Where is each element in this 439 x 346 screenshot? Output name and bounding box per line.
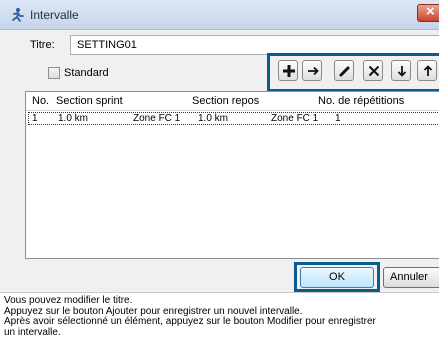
cell-repos-distance: 1.0 km <box>198 113 229 124</box>
cell-sprint-distance: 1.0 km <box>58 113 89 124</box>
move-up-button[interactable] <box>417 60 437 81</box>
cell-repos-zone: Zone FC 1 <box>271 113 319 124</box>
title-bar: Intervalle <box>0 0 439 30</box>
standard-checkbox[interactable] <box>48 67 60 79</box>
add-button[interactable] <box>278 60 298 81</box>
header-reps[interactable]: No. de répétitions <box>318 95 404 107</box>
runner-icon <box>9 7 25 23</box>
add-icon <box>283 65 295 77</box>
cancel-button[interactable]: Annuler <box>383 267 439 288</box>
table-row[interactable]: 1 1.0 km Zone FC 1 1.0 km Zone FC 1 1 <box>28 112 439 125</box>
info-line: Après avoir sélectionné un élément, appu… <box>4 316 376 327</box>
header-sprint[interactable]: Section sprint <box>56 95 123 107</box>
close-button[interactable] <box>417 3 439 22</box>
edit-pencil-icon <box>339 66 350 77</box>
edit-button[interactable] <box>334 60 354 81</box>
move-down-icon <box>397 66 407 77</box>
delete-button[interactable] <box>363 60 383 81</box>
move-right-icon <box>308 66 319 76</box>
header-repos[interactable]: Section repos <box>192 95 259 107</box>
title-input[interactable] <box>70 35 439 55</box>
delete-icon <box>368 65 380 77</box>
window-title: Intervalle <box>30 8 79 22</box>
move-down-button[interactable] <box>391 60 411 81</box>
ok-button[interactable]: OK <box>300 267 374 288</box>
move-up-icon <box>423 65 433 76</box>
cell-sprint-zone: Zone FC 1 <box>133 113 181 124</box>
standard-label: Standard <box>64 67 109 79</box>
cell-repetitions: 1 <box>335 113 341 124</box>
interval-list[interactable]: No. Section sprint Section repos No. de … <box>25 91 439 259</box>
header-no[interactable]: No. <box>32 95 49 107</box>
info-panel: Vous pouvez modifier le titre. Appuyez s… <box>0 292 439 346</box>
cell-no: 1 <box>32 113 38 124</box>
list-header: No. Section sprint Section repos No. de … <box>26 92 439 111</box>
move-right-button[interactable] <box>302 60 322 81</box>
info-line: Vous pouvez modifier le titre. <box>4 295 133 306</box>
info-line: un intervalle. <box>4 326 61 338</box>
title-label: Titre: <box>30 39 55 51</box>
intervalle-dialog: Intervalle Titre: Standard No. Section s… <box>0 0 439 346</box>
